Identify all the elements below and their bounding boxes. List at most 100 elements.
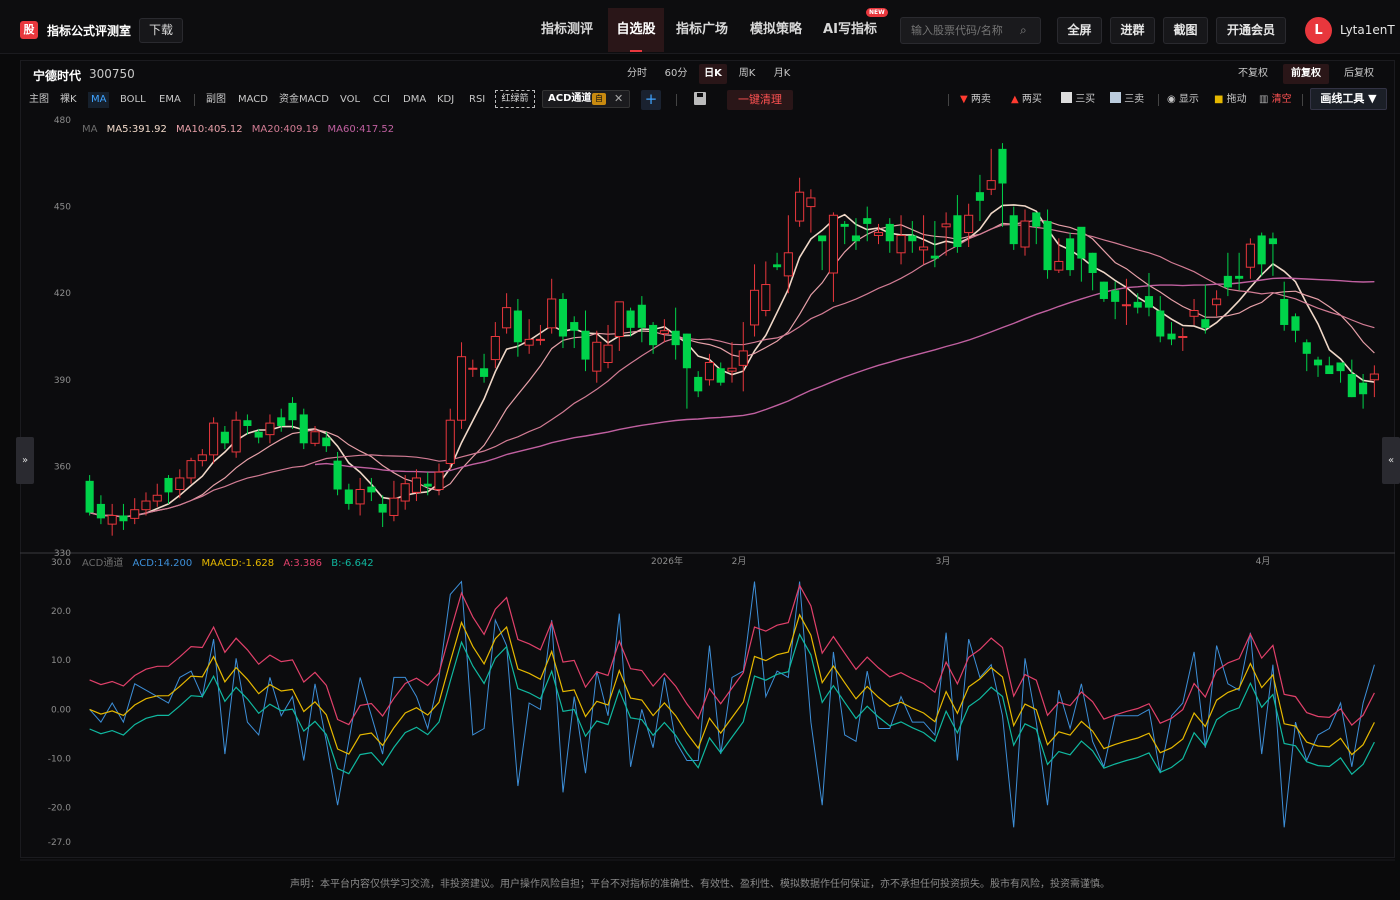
- acd-legend-4: B:-6.642: [331, 558, 373, 569]
- candles: [85, 143, 1379, 536]
- candle-body: [130, 509, 140, 519]
- candle-body: [592, 341, 602, 372]
- candle-body: [975, 192, 984, 201]
- candle-body: [806, 197, 816, 208]
- candle-body: [85, 480, 94, 513]
- candle-body: [220, 431, 229, 444]
- candle-body: [456, 356, 467, 421]
- acd-series-line-2: [89, 613, 1375, 756]
- candle-body: [175, 477, 185, 490]
- candle-body: [1325, 365, 1334, 375]
- acd-legend: ACD通道 ACD:14.200 MAACD:-1.628 A:3.386 B:…: [82, 556, 374, 569]
- chart-grid: [20, 552, 1395, 861]
- candle-body: [1223, 275, 1232, 288]
- x-axis-label: 2026年: [651, 555, 683, 567]
- candle-body: [1144, 296, 1154, 308]
- candle-body: [1369, 373, 1379, 381]
- candle-body: [1189, 310, 1199, 317]
- candle-body: [434, 471, 444, 490]
- candle-body: [513, 310, 522, 343]
- candle-body: [333, 460, 342, 490]
- x-axis-label: 2月: [732, 556, 747, 567]
- candle-body: [614, 301, 624, 337]
- candle-body: [851, 235, 861, 242]
- candle-body: [998, 148, 1007, 184]
- candle-body: [1009, 215, 1018, 245]
- candle-body: [637, 304, 646, 328]
- candle-body: [1099, 281, 1108, 299]
- candle-body: [1156, 310, 1165, 337]
- candle-body: [1268, 238, 1277, 245]
- candle-body: [524, 338, 534, 346]
- candle-body: [941, 223, 951, 228]
- candle-body: [795, 191, 805, 222]
- candle-body: [783, 252, 793, 277]
- candle-body: [1280, 298, 1289, 325]
- candle-body: [581, 330, 590, 360]
- y-tick-label: 420: [54, 289, 71, 299]
- candle-body: [547, 298, 557, 329]
- candle-body: [818, 235, 827, 242]
- candle-body: [716, 368, 725, 383]
- candle-body: [964, 214, 974, 234]
- candle-body: [265, 422, 275, 436]
- sub-y-tick-label: -20.0: [48, 804, 72, 814]
- candle-body: [558, 298, 568, 337]
- candle-body: [1235, 275, 1244, 279]
- kline-chart[interactable]: 48045042039036033030.020.010.00.00-10.0-…: [0, 0, 1400, 900]
- candle-body: [288, 402, 297, 421]
- candle-body: [649, 324, 658, 346]
- sub-y-tick-label: -27.0: [48, 838, 72, 848]
- candle-body: [535, 338, 545, 341]
- candle-body: [1020, 220, 1030, 248]
- candle-body: [423, 483, 432, 487]
- candle-body: [209, 422, 219, 456]
- acd-legend-2: MAACD:-1.628: [201, 558, 274, 569]
- candle-body: [885, 223, 894, 242]
- candle-body: [930, 255, 939, 259]
- axis-labels: 48045042039036033030.020.010.00.00-10.0-…: [48, 116, 72, 848]
- candle-body: [1178, 336, 1188, 338]
- candle-body: [411, 477, 422, 493]
- candle-body: [1245, 243, 1255, 268]
- candle-body: [1291, 316, 1300, 331]
- candle-body: [164, 477, 173, 493]
- candle-body: [570, 322, 579, 331]
- y-tick-label: 480: [54, 116, 71, 126]
- candle-body: [231, 419, 241, 453]
- candle-body: [1054, 260, 1064, 271]
- candle-body: [1077, 226, 1086, 259]
- candle-body: [828, 214, 838, 274]
- candle-body: [908, 235, 917, 242]
- x-axis-label: 3月: [936, 556, 951, 567]
- candle-body: [1257, 235, 1266, 265]
- candle-body: [1088, 252, 1097, 273]
- candle-body: [367, 486, 376, 493]
- candle-body: [378, 503, 387, 513]
- sub-y-tick-label: -10.0: [48, 754, 72, 764]
- expand-left-button[interactable]: »: [16, 437, 34, 484]
- candle-body: [659, 330, 669, 335]
- candle-body: [197, 454, 207, 462]
- candle-body: [694, 376, 703, 392]
- sub-y-tick-label: 0.00: [51, 705, 71, 715]
- ma-legend: MA MA5:391.92 MA10:405.12 MA20:409.19 MA…: [82, 124, 394, 135]
- acd-legend-3: A:3.386: [283, 558, 322, 569]
- ma-legend-0: MA: [82, 124, 98, 135]
- y-tick-label: 450: [54, 203, 71, 213]
- candle-body: [480, 368, 489, 377]
- expand-right-button[interactable]: «: [1382, 437, 1400, 484]
- candle-body: [119, 515, 128, 522]
- candle-body: [603, 344, 613, 363]
- ma-legend-4: MA60:417.52: [328, 124, 395, 135]
- candle-body: [727, 367, 737, 372]
- candle-body: [749, 289, 760, 326]
- candle-body: [490, 336, 500, 361]
- candle-body: [1336, 362, 1345, 372]
- candle-body: [152, 494, 162, 502]
- candle-body: [502, 307, 512, 329]
- acd-legend-0: ACD通道: [82, 556, 123, 569]
- candle-body: [322, 437, 331, 447]
- candle-body: [1313, 359, 1323, 366]
- candle-body: [682, 333, 691, 369]
